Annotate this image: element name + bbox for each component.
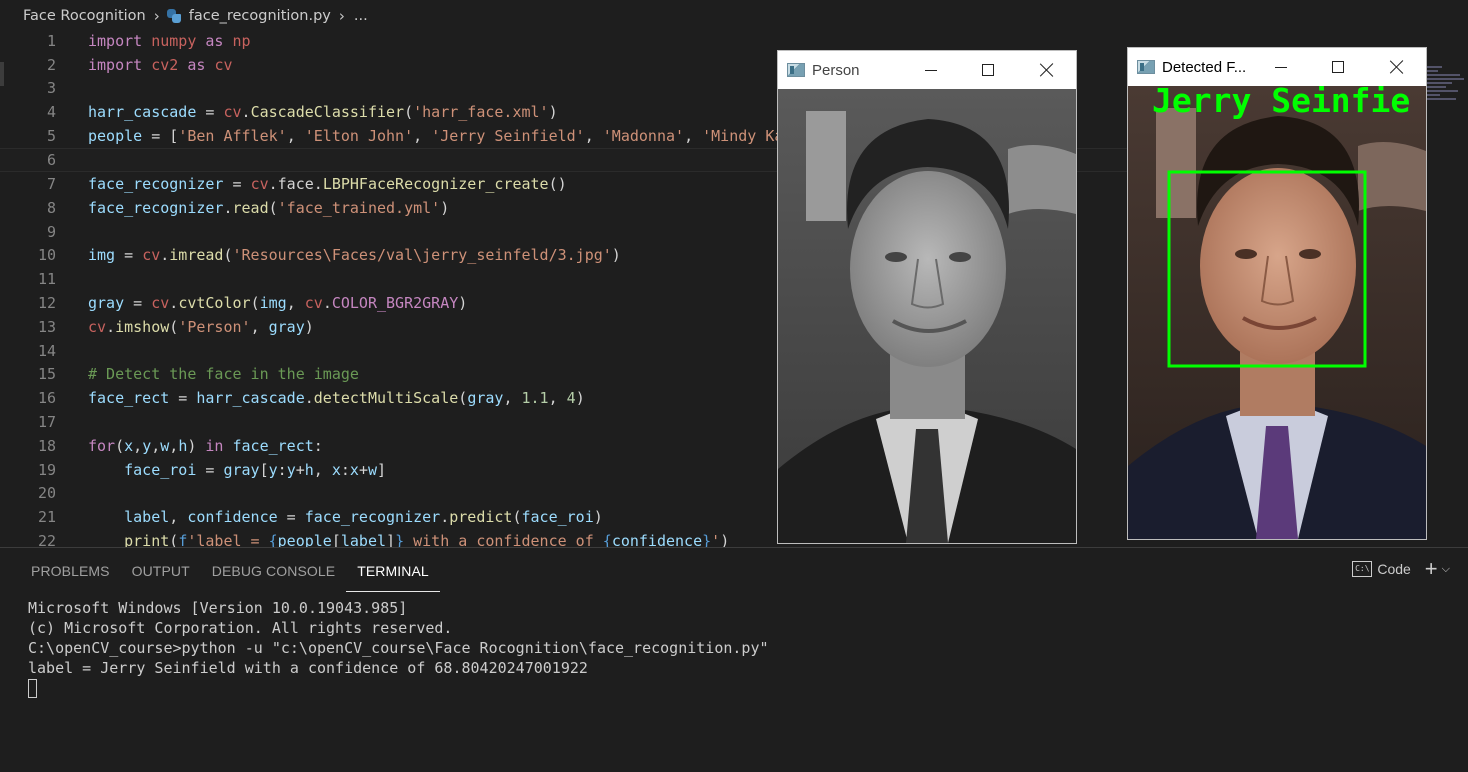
line-number: 22 [37,532,56,547]
code-text[interactable]: print(f'label = {people[label]} with a c… [88,532,729,547]
line-number: 13 [37,318,56,336]
line-number: 18 [37,437,56,455]
line-number: 21 [37,508,56,526]
minimize-icon [1275,66,1287,68]
terminal-line: C:\openCV_course>python -u "c:\openCV_co… [28,639,769,657]
color-photo: Jerry Seinfie [1128,86,1426,539]
code-text[interactable]: import cv2 as cv [88,56,233,74]
code-text[interactable]: face_roi = gray[y:y+h, x:x+w] [88,461,386,479]
detected-name-label: Jerry Seinfie [1152,86,1410,120]
maximize-button[interactable] [1309,48,1367,86]
chevron-down-icon[interactable]: ⌵ [1442,563,1450,576]
close-icon [1390,60,1404,74]
line-number: 1 [46,32,56,50]
line-number: 4 [46,103,56,121]
line-number: 3 [46,79,56,97]
line-number: 6 [46,151,56,169]
line-number: 2 [46,56,56,74]
maximize-button[interactable] [959,51,1017,89]
line-number: 16 [37,389,56,407]
minimize-button[interactable] [902,51,960,89]
terminal-icon: C:\ [1352,561,1373,577]
close-button[interactable] [1018,51,1076,89]
window-titlebar[interactable]: Person [778,51,1076,89]
bottom-panel: PROBLEMS OUTPUT DEBUG CONSOLE TERMINAL C… [0,547,1468,772]
python-file-icon [166,9,181,23]
line-number: 9 [46,223,56,241]
line-number: 14 [37,342,56,360]
maximize-icon [1332,61,1344,73]
opencv-window-icon [1137,60,1155,74]
line-number: 5 [46,127,56,145]
code-text[interactable]: label, confidence = face_recognizer.pred… [88,508,603,526]
tab-terminal[interactable]: TERMINAL [346,548,440,592]
breadcrumb-more[interactable]: ... [354,8,368,24]
line-number: 10 [37,246,56,264]
tab-problems[interactable]: PROBLEMS [20,548,121,592]
terminal-line: Microsoft Windows [Version 10.0.19043.98… [28,599,408,617]
close-button[interactable] [1368,48,1426,86]
line-number: 7 [46,175,56,193]
opencv-window-icon [787,63,805,77]
code-text[interactable]: import numpy as np [88,32,251,50]
line-number: 8 [46,199,56,217]
terminal-controls: C:\ Code + ⌵ [1352,558,1450,580]
window-title: Person [812,61,860,79]
code-text[interactable]: people = ['Ben Afflek', 'Elton John', 'J… [88,127,838,145]
plus-icon[interactable]: + [1425,558,1438,580]
terminal-line: (c) Microsoft Corporation. All rights re… [28,619,453,637]
terminal-selector[interactable]: Code [1377,561,1410,577]
code-text[interactable]: face_recognizer = cv.face.LBPHFaceRecogn… [88,175,567,193]
code-text[interactable]: face_recognizer.read('face_trained.yml') [88,199,449,217]
code-text[interactable]: harr_cascade = cv.CascadeClassifier('har… [88,103,558,121]
line-number: 20 [37,484,56,502]
grayscale-photo [778,89,1076,543]
line-number: 12 [37,294,56,312]
code-text[interactable]: img = cv.imread('Resources\Faces/val\jer… [88,246,621,264]
tab-debug-console[interactable]: DEBUG CONSOLE [201,548,346,592]
terminal-output[interactable]: Microsoft Windows [Version 10.0.19043.98… [28,598,769,698]
code-text[interactable]: gray = cv.cvtColor(img, cv.COLOR_BGR2GRA… [88,294,467,312]
line-number: 19 [37,461,56,479]
minimize-button[interactable] [1252,48,1310,86]
tab-output[interactable]: OUTPUT [121,548,201,592]
terminal-line: label = Jerry Seinfield with a confidenc… [28,659,588,677]
breadcrumb-file[interactable]: face_recognition.py [189,8,331,24]
code-text[interactable]: for(x,y,w,h) in face_rect: [88,437,323,455]
line-number: 15 [37,365,56,383]
code-text[interactable]: cv.imshow('Person', gray) [88,318,314,336]
code-text[interactable]: face_rect = harr_cascade.detectMultiScal… [88,389,585,407]
detected-face-window[interactable]: Detected F... Jerry Seinfie [1127,47,1427,540]
code-comment[interactable]: # Detect the face in the image [88,365,359,383]
close-icon [1040,63,1054,77]
window-titlebar[interactable]: Detected F... [1128,48,1426,86]
terminal-cursor [28,679,37,698]
panel-tabs: PROBLEMS OUTPUT DEBUG CONSOLE TERMINAL [20,548,440,592]
line-number: 11 [37,270,56,288]
line-number: 17 [37,413,56,431]
chevron-right-icon: › [153,7,160,25]
window-title: Detected F... [1162,58,1247,76]
chevron-right-icon: › [338,7,345,25]
minimize-icon [925,69,937,71]
person-window[interactable]: Person [777,50,1077,544]
maximize-icon [982,64,994,76]
breadcrumb: Face Rocognition › face_recognition.py ›… [0,0,1468,32]
breadcrumb-folder[interactable]: Face Rocognition [23,8,146,24]
